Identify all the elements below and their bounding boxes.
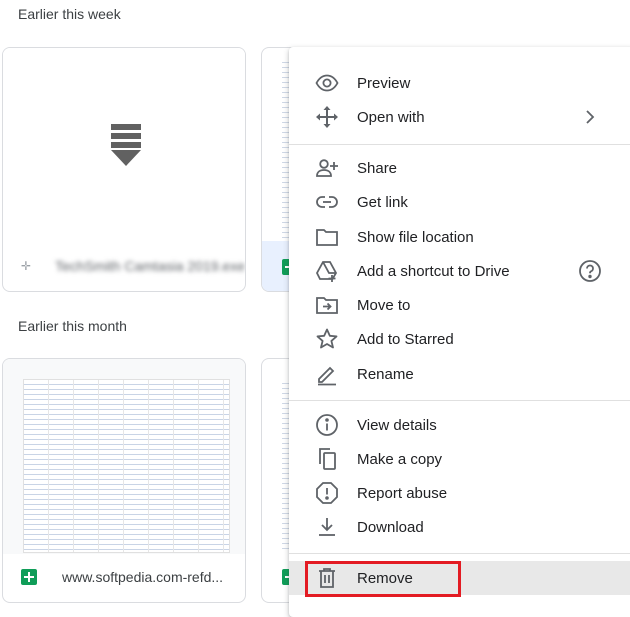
add-person-icon bbox=[315, 156, 339, 180]
menu-item-download[interactable]: Download bbox=[289, 510, 630, 544]
menu-item-view-details[interactable]: View details bbox=[289, 408, 630, 442]
file-type-icon: ✛ bbox=[21, 259, 32, 273]
trash-icon bbox=[315, 566, 339, 590]
menu-label: Rename bbox=[357, 365, 414, 383]
menu-divider bbox=[289, 144, 630, 145]
file-thumbnail bbox=[3, 48, 245, 243]
section-title-earlier-this-week: Earlier this week bbox=[18, 6, 121, 22]
help-icon[interactable] bbox=[578, 259, 602, 283]
menu-label: Add a shortcut to Drive bbox=[357, 262, 510, 280]
section-title-earlier-this-month: Earlier this month bbox=[18, 318, 127, 334]
copy-icon bbox=[315, 447, 339, 471]
menu-item-rename[interactable]: Rename bbox=[289, 357, 630, 391]
menu-label: View details bbox=[357, 416, 437, 434]
move-to-folder-icon bbox=[315, 293, 339, 317]
menu-item-make-a-copy[interactable]: Make a copy bbox=[289, 442, 630, 476]
menu-label: Share bbox=[357, 159, 398, 177]
menu-item-show-file-location[interactable]: Show file location bbox=[289, 220, 630, 254]
file-card-installer[interactable]: ✛ TechSmith Camtasia 2019.exe bbox=[2, 47, 246, 292]
menu-label: Move to bbox=[357, 296, 411, 314]
installer-icon bbox=[111, 124, 141, 166]
pencil-icon bbox=[315, 362, 339, 386]
menu-label: Preview bbox=[357, 74, 411, 92]
file-card-footer: ✛ TechSmith Camtasia 2019.exe bbox=[3, 241, 245, 291]
menu-item-open-with[interactable]: Open with bbox=[289, 100, 630, 134]
file-card-spreadsheet[interactable]: www.softpedia.com-refd... bbox=[2, 358, 246, 603]
menu-item-move-to[interactable]: Move to bbox=[289, 288, 630, 322]
menu-divider bbox=[289, 553, 630, 554]
link-icon bbox=[315, 190, 339, 214]
star-icon bbox=[315, 327, 339, 351]
context-menu: Preview Open with Share Get link Show fi… bbox=[289, 47, 630, 617]
info-icon bbox=[315, 413, 339, 437]
menu-label: Open with bbox=[357, 108, 425, 126]
menu-item-add-shortcut[interactable]: Add a shortcut to Drive bbox=[289, 254, 630, 288]
menu-item-get-link[interactable]: Get link bbox=[289, 185, 630, 219]
menu-label: Report abuse bbox=[357, 484, 448, 502]
drive-shortcut-icon bbox=[315, 259, 339, 283]
file-thumbnail bbox=[3, 359, 245, 554]
menu-label: Get link bbox=[357, 193, 408, 211]
sheets-icon bbox=[21, 569, 37, 585]
file-card-footer: www.softpedia.com-refd... bbox=[3, 552, 245, 602]
menu-label: Download bbox=[357, 518, 424, 536]
menu-item-preview[interactable]: Preview bbox=[289, 66, 630, 100]
spreadsheet-preview bbox=[23, 379, 230, 553]
menu-label: Make a copy bbox=[357, 450, 443, 468]
menu-item-report-abuse[interactable]: Report abuse bbox=[289, 476, 630, 510]
menu-item-add-to-starred[interactable]: Add to Starred bbox=[289, 322, 630, 356]
report-icon bbox=[315, 481, 339, 505]
menu-item-share[interactable]: Share bbox=[289, 151, 630, 185]
menu-divider bbox=[289, 400, 630, 401]
menu-label: Add to Starred bbox=[357, 330, 454, 348]
folder-icon bbox=[315, 225, 339, 249]
file-name: TechSmith Camtasia 2019.exe bbox=[55, 258, 245, 274]
menu-item-remove[interactable]: Remove bbox=[289, 561, 630, 595]
move-arrows-icon bbox=[315, 105, 339, 129]
chevron-right-icon bbox=[585, 110, 595, 124]
file-name: www.softpedia.com-refd... bbox=[62, 569, 224, 585]
menu-label: Show file location bbox=[357, 228, 474, 246]
eye-icon bbox=[315, 71, 339, 95]
download-icon bbox=[315, 515, 339, 539]
menu-label: Remove bbox=[357, 569, 413, 587]
